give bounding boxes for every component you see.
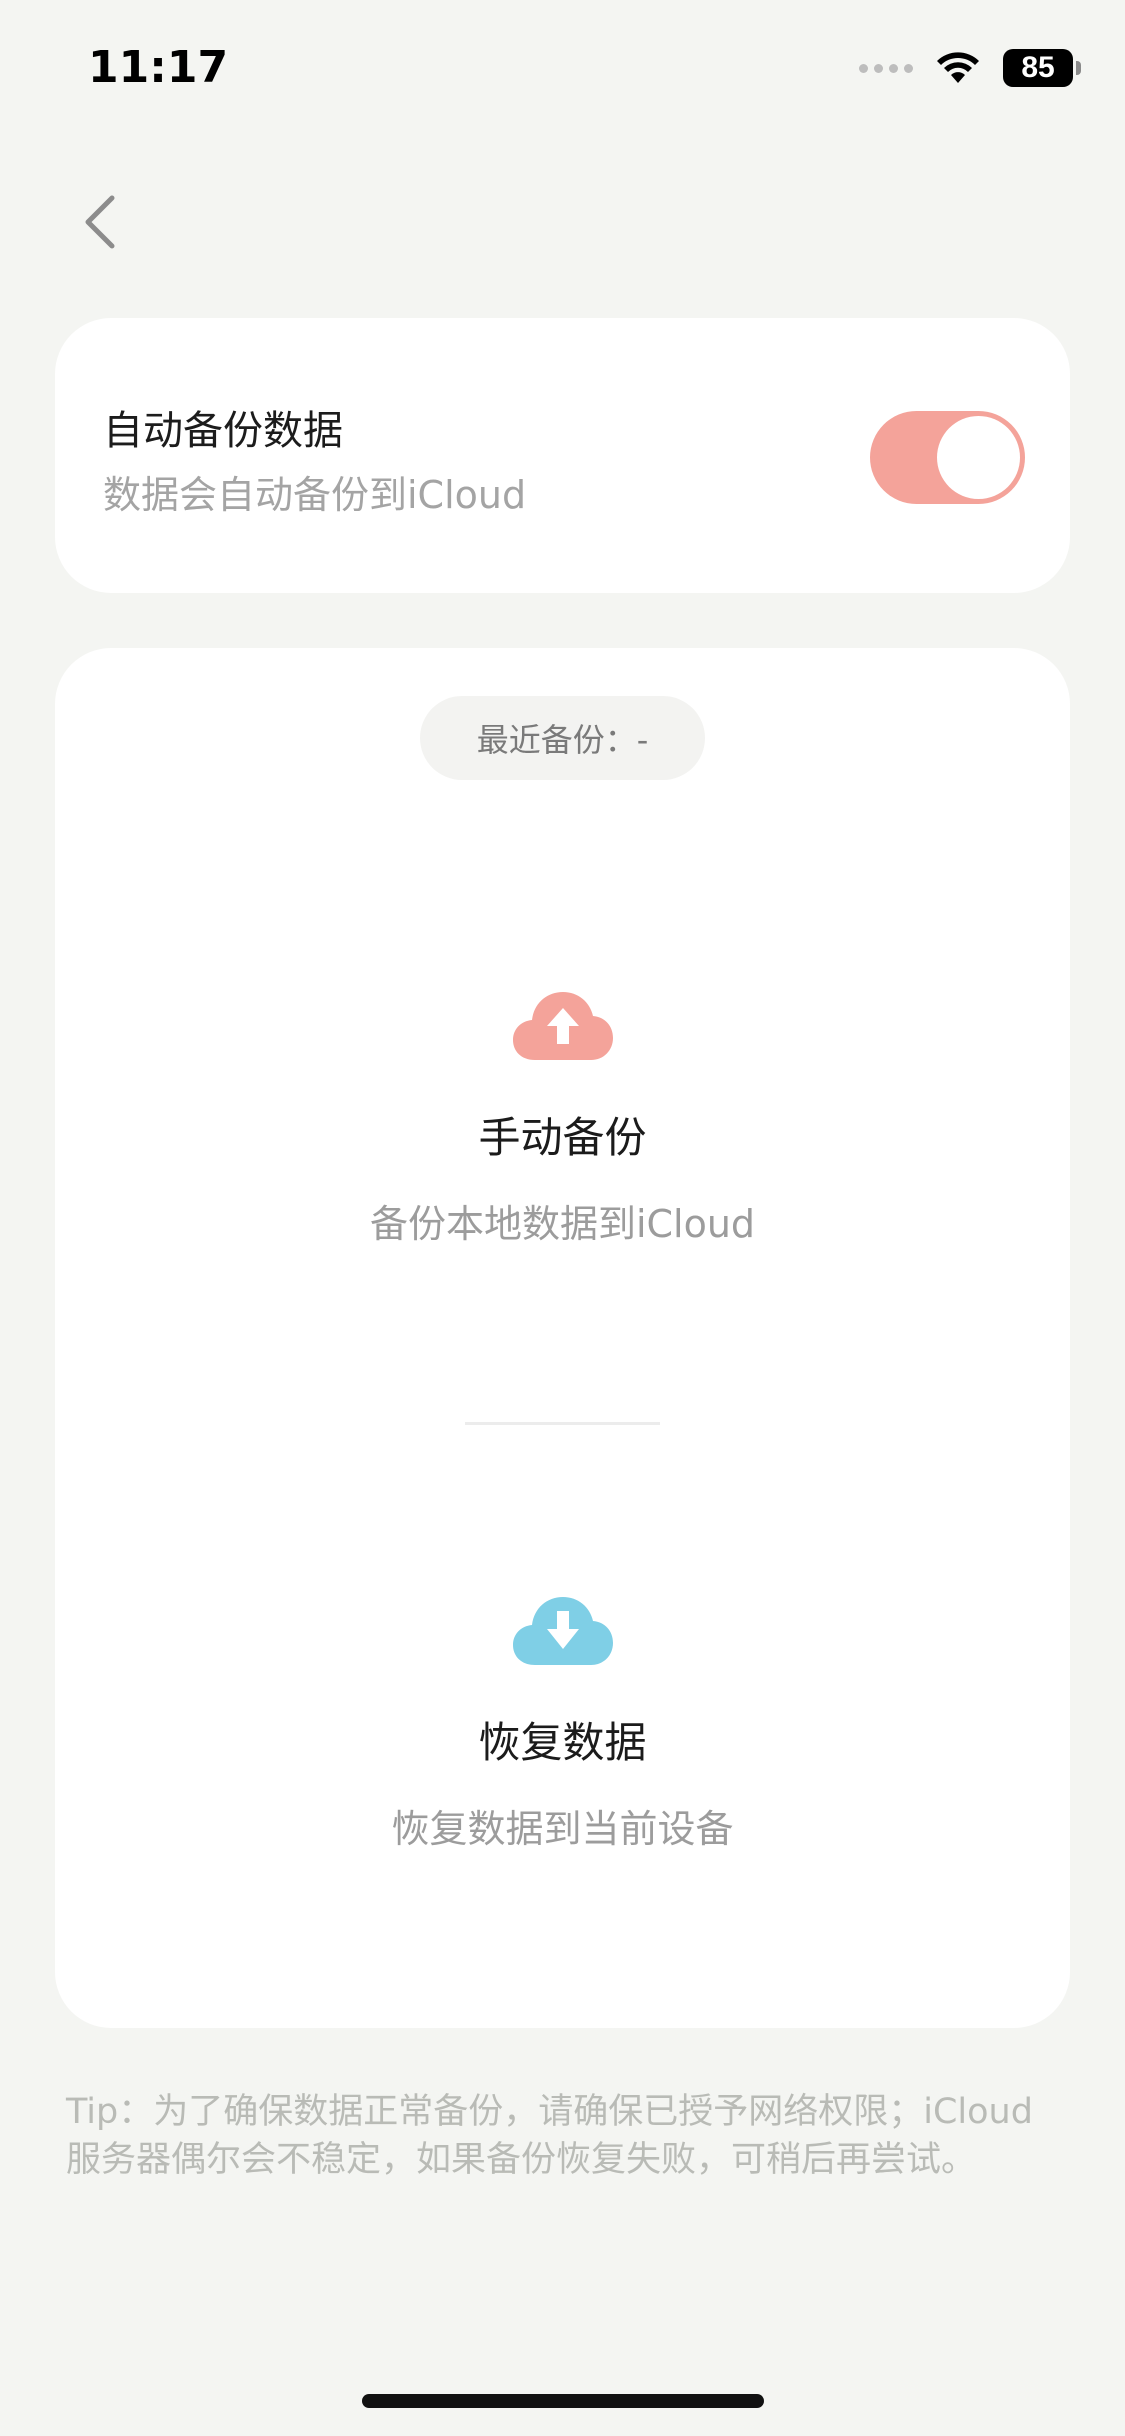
manual-backup-button[interactable]: 手动备份 备份本地数据到iCloud <box>55 988 1070 1248</box>
restore-subtitle: 恢复数据到当前设备 <box>391 1807 734 1851</box>
restore-data-button[interactable]: 恢复数据 恢复数据到当前设备 <box>55 1593 1070 1853</box>
battery-icon: 85 <box>1003 49 1073 87</box>
status-time: 11:17 <box>88 42 229 93</box>
auto-backup-subtitle: 数据会自动备份到iCloud <box>103 473 527 517</box>
home-indicator <box>362 2394 764 2408</box>
backup-actions-card: 最近备份：- 手动备份 备份本地数据到iCloud 恢复数据 恢复数据到当前设备 <box>55 648 1070 2028</box>
tip-text: Tip：为了确保数据正常备份，请确保已授予网络权限；iCloud服务器偶尔会不稳… <box>66 2092 1033 2180</box>
auto-backup-title: 自动备份数据 <box>103 408 343 454</box>
cloud-upload-icon <box>512 992 613 1060</box>
manual-backup-title: 手动备份 <box>478 1113 647 1162</box>
toggle-knob <box>937 416 1020 499</box>
recent-backup-badge: 最近备份：- <box>420 696 705 780</box>
battery-cap <box>1076 61 1081 75</box>
wifi-icon <box>937 52 979 83</box>
manual-backup-subtitle: 备份本地数据到iCloud <box>369 1202 756 1246</box>
restore-title: 恢复数据 <box>478 1718 647 1767</box>
auto-backup-card: 自动备份数据 数据会自动备份到iCloud <box>55 318 1070 593</box>
auto-backup-toggle[interactable] <box>870 411 1025 504</box>
cloud-download-icon <box>512 1597 613 1665</box>
cellular-signal-icon <box>859 63 913 73</box>
battery-level: 85 <box>1021 51 1055 84</box>
divider <box>465 1422 660 1425</box>
chevron-left-icon <box>85 195 115 249</box>
status-icons: 85 <box>859 46 1081 90</box>
back-button[interactable] <box>72 186 132 258</box>
